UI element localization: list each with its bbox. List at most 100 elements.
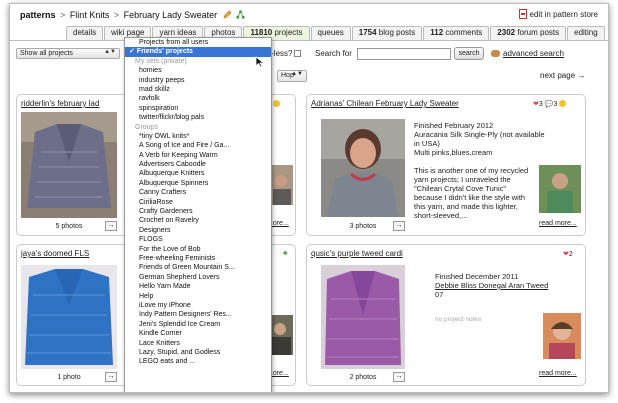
advanced-search-link[interactable]: advanced search [491,49,564,58]
project-card: qusic's purple tweed cardi ❤2 2 photos →… [306,244,586,386]
browser-window: patterns > Flint Knits > February Lady S… [9,3,609,393]
dropdown-option[interactable]: A Verb for Keeping Warm [125,151,271,160]
dropdown-option[interactable]: Albuquerque Spinners [125,179,271,188]
next-photo-button[interactable]: → [105,221,117,231]
owner-avatar-image [539,165,581,213]
mouse-cursor-icon [255,56,265,68]
dropdown-option[interactable]: For the Love of Bob [125,245,271,254]
share-icon[interactable] [236,10,245,19]
project-photo[interactable] [21,265,117,369]
owner-avatar-image [543,313,581,359]
finished-date: Finished December 2011 [435,272,519,281]
read-more-link[interactable]: read more... [539,370,577,377]
project-title[interactable]: jaya's doomed FLS [21,249,89,258]
search-label: Search for [315,49,352,58]
yarn-name[interactable]: Auracania Silk Single-Ply (not available… [414,130,549,148]
owner-thumbnail[interactable] [539,165,581,213]
project-photo[interactable] [321,265,405,369]
owner-thumbnail[interactable] [543,313,581,359]
search-input[interactable] [357,48,451,60]
dropdown-option[interactable]: industry peeps [125,76,271,85]
tab-queues[interactable]: queues [310,26,351,40]
photoless-checkbox[interactable] [294,50,302,57]
dropdown-option[interactable]: twitter/flickr/blog pals [125,113,271,122]
share-icon[interactable]: ♣ [283,250,288,257]
dropdown-option[interactable]: LEGO eats and ... [125,357,271,366]
project-filter-dropdown[interactable]: Projects from all users ✓ Friends' projec… [124,37,272,392]
dropdown-option[interactable]: spinspiration [125,104,271,113]
dropdown-option[interactable]: *tiny OWL knits* [125,132,271,141]
photo-count: 3 photos → [321,221,405,232]
breadcrumb-patterns[interactable]: patterns [20,10,56,20]
show-projects-select[interactable]: Show all projects ▲▼ [16,48,120,59]
read-more-link[interactable]: read more... [539,220,577,227]
dropdown-option[interactable]: Indy Pattern Designers' Res... [125,310,271,319]
dropdown-option[interactable]: Albuquerque Knitters [125,169,271,178]
dropdown-option[interactable]: Help [125,292,271,301]
tab-forum-posts[interactable]: 2302 forum posts [490,26,567,40]
hop-select[interactable]: Hop ▲▼ [277,70,307,82]
sweater-photo-image [21,265,117,369]
edit-store-label: edit in pattern store [529,10,598,19]
colorway: 07 [435,290,444,299]
dropdown-option[interactable]: Lace Knitters [125,339,271,348]
dropdown-option[interactable]: ✓ Friends' projects [125,47,271,57]
project-title[interactable]: qusic's purple tweed cardi [311,249,403,258]
project-title[interactable]: ridderlin's february lad [21,99,99,108]
dropdown-option[interactable]: A Song of Ice and Fire / Ga... [125,141,271,150]
dropdown-option[interactable]: Crochet on Ravelry [125,216,271,225]
project-photo[interactable] [321,119,405,217]
dropdown-option[interactable]: Lazy, Stupid, and Godless [125,348,271,357]
dropdown-option[interactable]: Canny Crafters [125,188,271,197]
dropdown-option[interactable]: Kindle Corner [125,329,271,338]
dropdown-option[interactable]: Designers [125,226,271,235]
project-photo[interactable] [21,112,117,218]
edit-in-store-link[interactable]: edit in pattern store [518,9,598,19]
dropdown-option[interactable]: Hello Yarn Made [125,282,271,291]
dropdown-option[interactable]: CiriliaRose [125,198,271,207]
next-photo-button[interactable]: → [393,372,405,382]
breadcrumb-designer[interactable]: Flint Knits [70,10,110,20]
project-notes: This is another one of my recycled yarn … [414,166,529,220]
dropdown-option[interactable]: Friends of Green Mountain S... [125,263,271,272]
tab-editing[interactable]: editing [567,26,605,40]
dropdown-option[interactable]: mad skillz [125,85,271,94]
tab-comments[interactable]: 112 comments [423,26,490,40]
next-photo-button[interactable]: → [105,372,117,382]
sweater-photo-image [321,119,405,217]
photo-count: 1 photo → [21,372,117,383]
pencil-icon[interactable] [223,10,232,19]
search-button[interactable]: search [454,47,484,60]
card-stats: ❤3 💬3 [533,100,567,108]
tab-blog-posts[interactable]: 1754 blog posts [351,26,423,40]
breadcrumb-pattern: February Lady Sweater [123,10,218,20]
breadcrumb: patterns > Flint Knits > February Lady S… [20,10,245,20]
dropdown-option[interactable]: Projects from all users [125,38,271,47]
binoculars-icon [491,50,500,57]
dropdown-group-header: My sets (private) [135,57,187,65]
dropdown-option[interactable]: German Shepherd Lovers [125,273,271,282]
chevron-down-icon: ▲▼ [291,71,303,77]
colorway: Multi pinks,blues,cream [414,148,493,157]
smiley-icon [273,100,281,107]
dropdown-option[interactable]: FLOGS [125,235,271,244]
dropdown-option[interactable]: Crafty Gardeners [125,207,271,216]
dropdown-option[interactable]: Free-wheeling Feminists [125,254,271,263]
finished-date: Finished February 2012 [414,121,494,130]
project-notes: no project notes [435,316,482,323]
next-page-link[interactable]: next page → [540,71,585,80]
tab-details[interactable]: details [66,26,104,40]
next-photo-button[interactable]: → [393,221,405,231]
dropdown-option[interactable]: Jeni's Splendid Ice Cream [125,320,271,329]
dropdown-option[interactable]: ravfolk [125,94,271,103]
dropdown-option[interactable]: iLove my iPhone [125,301,271,310]
project-details: Finished February 2012 Auracania Silk Si… [414,121,549,157]
photo-count: 2 photos → [321,372,405,383]
project-title[interactable]: Adrianas' Chilean February Lady Sweater [311,99,459,108]
dropdown-option[interactable]: homies [125,66,271,75]
yarn-name[interactable]: Debbie Bliss Donegal Aran Tweed [435,281,575,290]
breadcrumb-separator: > [113,10,120,20]
dropdown-option[interactable]: Advertisers Caboodle [125,160,271,169]
tab-divider [10,40,608,41]
project-details: Finished December 2011 Debbie Bliss Done… [435,272,575,299]
